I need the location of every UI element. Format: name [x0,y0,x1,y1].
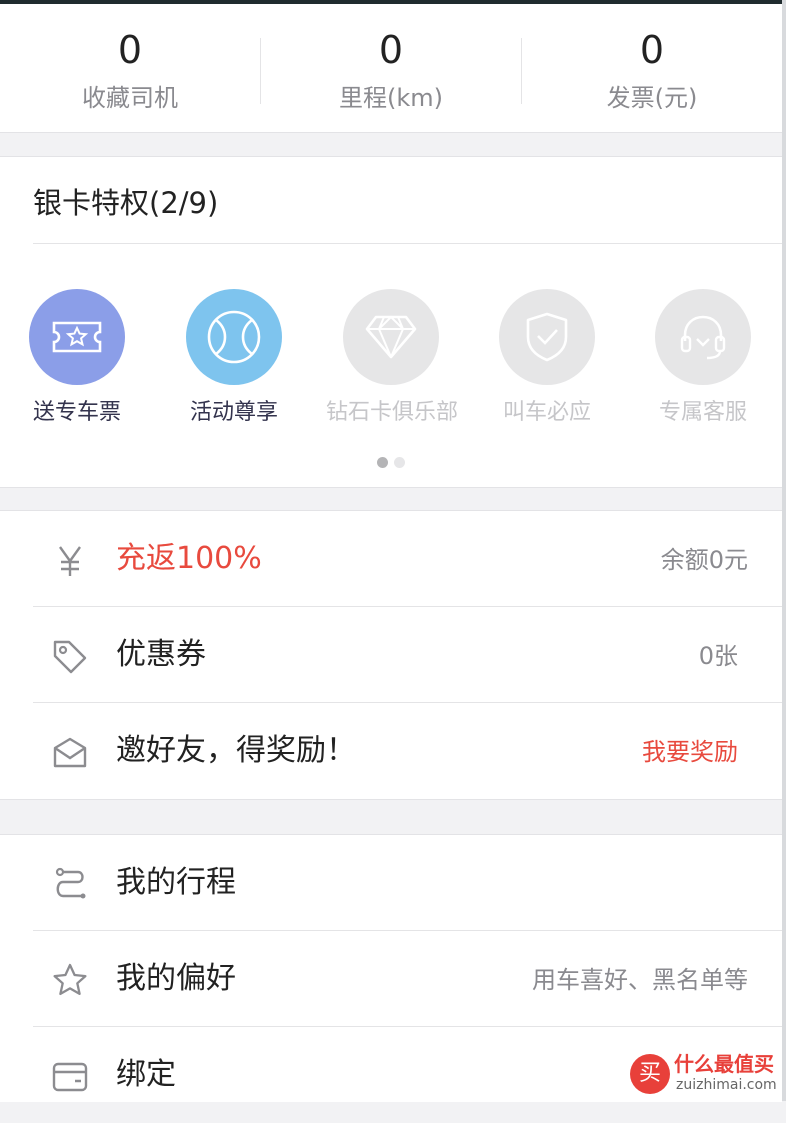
my-trips-label: 我的行程 [116,865,236,900]
invite-label: 邀好友，得奖励！ [116,733,356,768]
perk-diamond-club[interactable]: 钻石卡俱乐部 [326,289,459,427]
stat-favorite-drivers[interactable]: 0 收藏司机 [0,4,260,132]
coupon-count: 0张 [698,642,738,670]
stat-label: 里程(km) [338,84,443,112]
headset-icon [680,315,726,360]
watermark-domain: zuizhimai.com [676,1077,777,1093]
perk-label: 活动尊享 [189,400,278,425]
my-preferences-row[interactable]: 我的偏好 用车喜好、黑名单等 [0,931,782,1027]
route-icon [50,865,90,905]
coupon-row[interactable]: 优惠券 0张 [0,607,782,703]
perk-circle [655,289,751,385]
perk-event[interactable]: 活动尊享 [169,289,299,427]
my-trips-row[interactable]: 我的行程 [0,835,782,931]
envelope-icon [50,733,90,773]
stat-label: 发票(元) [606,84,698,112]
tag-icon [50,637,90,677]
stat-value: 0 [639,28,665,72]
stat-value: 0 [117,28,143,72]
shield-check-icon [526,312,568,362]
perk-dedicated-service[interactable]: 专属客服 [638,289,768,427]
perk-circle [499,289,595,385]
stat-label: 收藏司机 [82,84,178,112]
recharge-row[interactable]: 充返100% 余额0元 [0,511,782,607]
page-indicator [0,453,782,472]
stat-invoice[interactable]: 0 发票(元) [522,4,782,132]
claim-reward-link[interactable]: 我要奖励 [642,735,738,769]
privilege-divider [33,243,782,244]
card-icon [50,1057,90,1097]
wallet-section: 充返100% 余额0元 优惠券 0张 邀好友，得奖励！ 我要奖励 [0,510,782,800]
ticket-star-icon [52,321,102,353]
recharge-label: 充返100% [116,541,262,576]
balance-value: 余额0元 [660,546,748,574]
perk-ticket[interactable]: 送专车票 [12,289,142,427]
preferences-hint: 用车喜好、黑名单等 [532,966,748,994]
diamond-icon [365,315,417,359]
stat-mileage[interactable]: 0 里程(km) [261,4,521,132]
watermark-name: 什么最值买 [674,1052,774,1076]
star-icon [50,961,90,1001]
stat-value: 0 [378,28,404,72]
perk-label: 钻石卡俱乐部 [326,400,459,425]
page-dot-active [377,457,388,468]
perk-label: 送专车票 [32,400,121,425]
page-dot [394,457,405,468]
yen-icon [50,541,90,581]
privilege-card: 银卡特权(2/9) 送专车票 活动尊享 钻石卡俱乐部 叫车必应 专属客服 [0,156,782,488]
watermark-logo: 买 [630,1054,670,1094]
perk-guaranteed-ride[interactable]: 叫车必应 [482,289,612,427]
site-watermark: 买 什么最值买 zuizhimai.com [630,1050,780,1096]
coupon-label: 优惠券 [116,637,206,672]
perk-circle [343,289,439,385]
invite-row[interactable]: 邀好友，得奖励！ 我要奖励 [0,703,782,799]
perk-circle [186,289,282,385]
tennis-ball-icon [207,310,261,364]
my-preferences-label: 我的偏好 [116,961,236,996]
privilege-title[interactable]: 银卡特权(2/9) [33,183,218,223]
stats-bar: 0 收藏司机 0 里程(km) 0 发票(元) [0,4,782,133]
perk-label: 专属客服 [658,400,747,425]
perk-circle [29,289,125,385]
screen-frame-edge [782,0,786,1101]
binding-label: 绑定 [116,1057,176,1092]
perk-label: 叫车必应 [502,400,591,425]
